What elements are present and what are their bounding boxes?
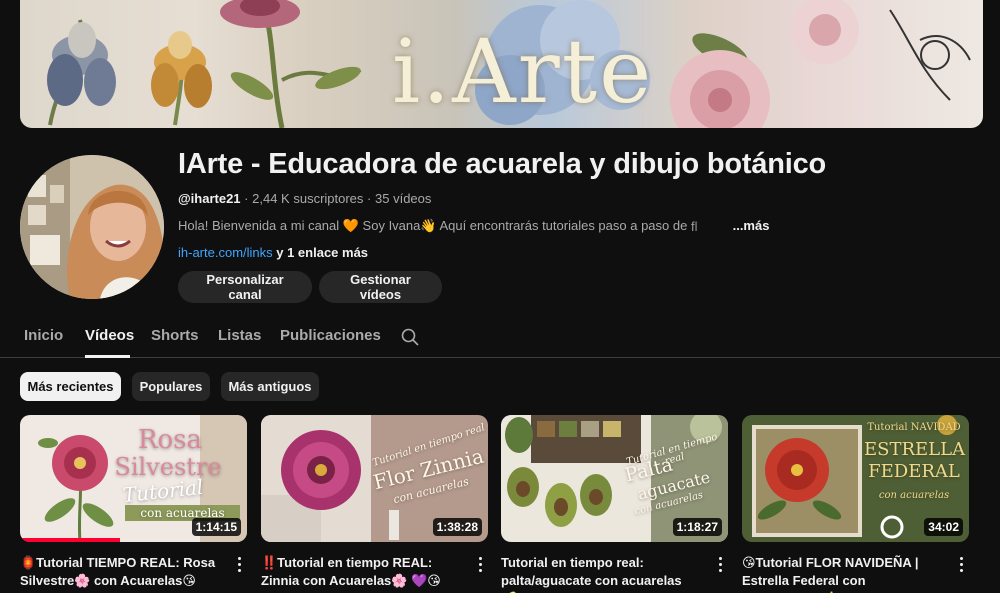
channel-tabs: Inicio Vídeos Shorts Listas Publicacione… (0, 316, 1000, 358)
channel-description[interactable]: Hola! Bienvenida a mi canal 🧡 Soy Ivana👋… (178, 218, 769, 234)
video-title[interactable]: 🏮Tutorial TIEMPO REAL: Rosa Silvestre🌸 c… (20, 554, 220, 590)
thumbnail-title-line: Rosa (137, 425, 203, 455)
video-duration: 1:38:28 (432, 518, 482, 536)
manage-videos-button[interactable]: Gestionar vídeos (319, 271, 442, 303)
channel-avatar[interactable] (20, 155, 164, 299)
video-title[interactable]: ‼️Tutorial en tiempo REAL: Zinnia con Ac… (261, 554, 461, 590)
chip-oldest[interactable]: Más antiguos (221, 372, 319, 401)
channel-title: IArte - Educadora de acuarela y dibujo b… (178, 148, 827, 180)
avatar-photo (20, 155, 164, 299)
thumbnail-title-line: FEDERAL (868, 461, 960, 482)
more-options-icon[interactable] (712, 555, 728, 573)
customize-channel-button[interactable]: Personalizar canal (178, 271, 312, 303)
video-thumbnail[interactable]: Tutorial en tiempo real Flor Zinnia con … (261, 415, 488, 542)
more-links-button[interactable]: y 1 enlace más (273, 245, 368, 260)
meta-separator: · (244, 191, 249, 206)
video-card[interactable]: Tutorial en tiempo real Flor Zinnia con … (261, 415, 488, 588)
more-options-icon[interactable] (472, 555, 488, 573)
video-card[interactable]: Tutorial NAVIDAD ESTRELLA FEDERAL con ac… (742, 415, 969, 593)
video-duration: 34:02 (924, 518, 963, 536)
description-fade-text: fl (691, 219, 727, 234)
watch-progress-bar (20, 538, 120, 542)
video-card[interactable]: Tutorial en tiempo real Palta aguacate c… (501, 415, 728, 593)
tab-shorts[interactable]: Shorts (151, 327, 199, 344)
channel-handle[interactable]: @iharte21 (178, 191, 241, 206)
tab-posts[interactable]: Publicaciones (280, 327, 381, 344)
video-duration: 1:18:27 (672, 518, 722, 536)
more-options-icon[interactable] (231, 555, 247, 573)
video-title[interactable]: Tutorial en tiempo real: palta/aguacate … (501, 554, 701, 593)
channel-meta: @iharte21 · 2,44 K suscriptores · 35 víd… (178, 191, 431, 206)
banner-logo-text: i.Arte (392, 20, 654, 123)
video-count: 35 vídeos (375, 191, 432, 206)
video-card[interactable]: Rosa Silvestre Tutorial con acuarelas 1:… (20, 415, 247, 588)
video-title[interactable]: 😘Tutorial FLOR NAVIDEÑA | Estrella Feder… (742, 554, 942, 593)
thumbnail-title-line: con acuarelas (878, 490, 950, 501)
channel-banner: i.Arte (20, 0, 983, 128)
tab-home[interactable]: Inicio (24, 327, 63, 344)
meta-separator: · (367, 191, 372, 206)
channel-external-link[interactable]: ih-arte.com/links (178, 245, 273, 260)
search-icon[interactable] (401, 328, 419, 346)
chip-popular[interactable]: Populares (132, 372, 210, 401)
channel-links: ih-arte.com/links y 1 enlace más (178, 245, 368, 260)
chip-most-recent[interactable]: Más recientes (20, 372, 121, 401)
more-options-icon[interactable] (953, 555, 969, 573)
description-text: Hola! Bienvenida a mi canal 🧡 Soy Ivana👋… (178, 218, 688, 233)
video-duration: 1:14:15 (191, 518, 241, 536)
video-thumbnail[interactable]: Tutorial NAVIDAD ESTRELLA FEDERAL con ac… (742, 415, 969, 542)
video-thumbnail[interactable]: Rosa Silvestre Tutorial con acuarelas 1:… (20, 415, 247, 542)
tab-playlists[interactable]: Listas (218, 327, 261, 344)
subscriber-count: 2,44 K suscriptores (252, 191, 364, 206)
tab-videos[interactable]: Vídeos (85, 327, 134, 344)
active-tab-underline (85, 355, 130, 358)
thumbnail-title-line: ESTRELLA (864, 439, 966, 460)
more-link[interactable]: ...más (733, 218, 770, 233)
thumbnail-title-line: Tutorial NAVIDAD (867, 422, 961, 433)
video-thumbnail[interactable]: Tutorial en tiempo real Palta aguacate c… (501, 415, 728, 542)
